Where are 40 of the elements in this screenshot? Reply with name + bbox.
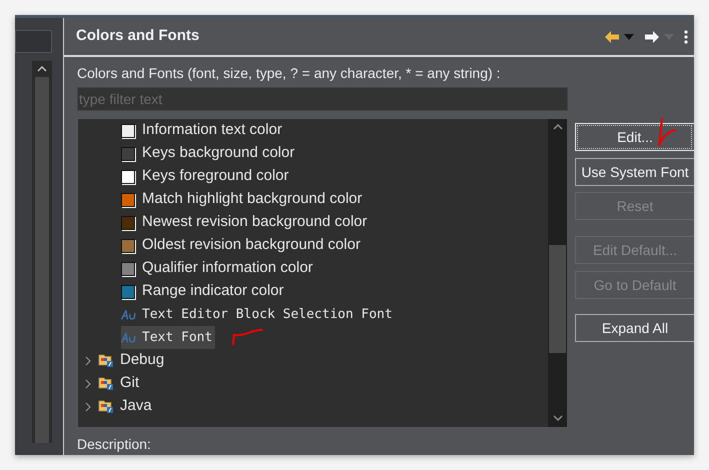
tree-item[interactable]: Information text color bbox=[78, 119, 548, 142]
action-button[interactable]: Use System Font bbox=[575, 158, 694, 186]
menu-icon[interactable] bbox=[684, 30, 688, 44]
filter-label: Colors and Fonts (font, size, type, ? = any character, * = any string) : bbox=[77, 64, 502, 83]
description-label: Description: bbox=[76, 435, 152, 454]
chevron-right-icon[interactable] bbox=[84, 402, 92, 412]
tree-item[interactable]: Text Font bbox=[121, 326, 216, 349]
action-button[interactable]: Expand All bbox=[575, 314, 694, 342]
side-field[interactable] bbox=[15, 30, 52, 53]
annotation-mark bbox=[656, 118, 678, 148]
scrollbar[interactable] bbox=[548, 119, 567, 427]
chevron-right-icon[interactable] bbox=[84, 356, 92, 366]
scroll-thumb[interactable] bbox=[35, 77, 49, 443]
font-icon bbox=[121, 310, 137, 320]
tree-item[interactable]: Oldest revision background color bbox=[78, 234, 548, 257]
tree-item[interactable]: Debug bbox=[78, 349, 548, 372]
scroll-thumb[interactable] bbox=[549, 245, 566, 353]
action-button[interactable]: Edit... bbox=[575, 123, 694, 151]
tree-item[interactable]: Match highlight background color bbox=[78, 188, 548, 211]
folder-icon bbox=[98, 376, 114, 391]
dropdown-icon[interactable] bbox=[624, 34, 634, 40]
folder-icon bbox=[98, 399, 114, 414]
tree-item[interactable]: Java bbox=[78, 395, 548, 418]
tree-item[interactable]: Git bbox=[78, 372, 548, 395]
tree-item[interactable]: Range indicator color bbox=[78, 280, 548, 303]
scrollbar[interactable] bbox=[32, 61, 52, 443]
scroll-down-icon[interactable] bbox=[552, 415, 562, 421]
back-arrow-icon[interactable] bbox=[604, 30, 620, 44]
scroll-up-icon[interactable] bbox=[552, 124, 562, 130]
folder-icon bbox=[98, 353, 114, 368]
tree-item[interactable]: Newest revision background color bbox=[78, 211, 548, 234]
tree-item[interactable]: Keys foreground color bbox=[78, 165, 548, 188]
tree-item[interactable]: Qualifier information color bbox=[78, 257, 548, 280]
panel-title: Colors and Fonts bbox=[76, 26, 200, 46]
scroll-up-icon[interactable] bbox=[37, 66, 47, 72]
tree-item[interactable]: Text Editor Block Selection Font bbox=[121, 303, 396, 326]
forward-arrow-icon[interactable] bbox=[644, 30, 660, 44]
font-icon bbox=[121, 332, 137, 342]
chevron-right-icon[interactable] bbox=[84, 378, 92, 388]
tree-item[interactable]: Keys background color bbox=[78, 142, 548, 165]
